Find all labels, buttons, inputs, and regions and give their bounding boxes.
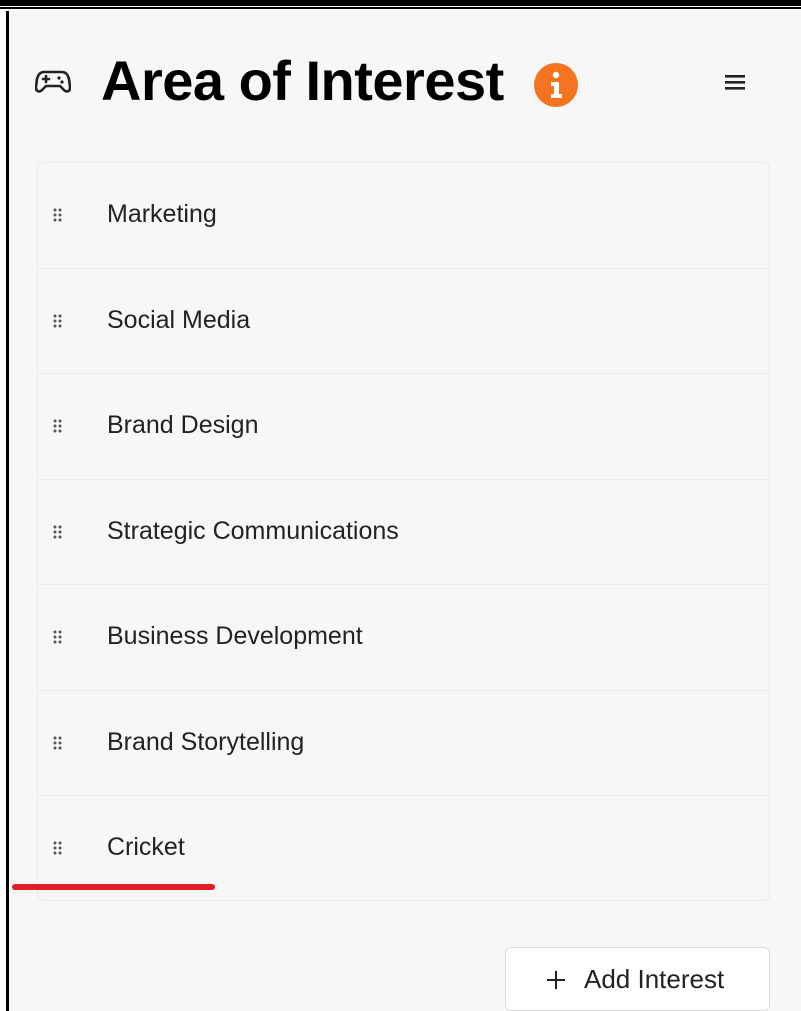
interest-item[interactable]: Brand Design xyxy=(38,374,769,480)
interest-item[interactable]: Brand Storytelling xyxy=(38,691,769,796)
plus-icon xyxy=(546,970,566,990)
drag-handle-icon[interactable] xyxy=(52,207,64,223)
highlight-underline xyxy=(12,884,215,890)
window-top-line xyxy=(0,7,801,9)
interest-label: Social Media xyxy=(107,305,251,334)
drag-handle-icon[interactable] xyxy=(52,629,64,645)
add-interest-button[interactable]: Add Interest xyxy=(505,947,770,1011)
drag-handle-icon[interactable] xyxy=(52,418,64,434)
info-icon[interactable] xyxy=(534,63,578,107)
drag-handle-icon[interactable] xyxy=(52,313,64,329)
area-of-interest-panel: Area of Interest Marketing Social Media … xyxy=(6,11,801,1011)
interest-label: Cricket xyxy=(107,833,185,861)
interest-item[interactable]: Social Media xyxy=(38,269,769,374)
interest-label: Brand Storytelling xyxy=(107,727,305,756)
add-interest-label: Add Interest xyxy=(584,964,725,994)
drag-handle-icon[interactable] xyxy=(52,735,64,751)
drag-handle-icon[interactable] xyxy=(52,524,64,540)
drag-handle-icon[interactable] xyxy=(52,840,64,856)
gamepad-icon xyxy=(34,69,72,95)
interest-list: Marketing Social Media Brand Design Stra… xyxy=(37,162,770,901)
interest-label: Brand Design xyxy=(107,411,259,439)
interest-item[interactable]: Marketing xyxy=(38,163,769,269)
page-title: Area of Interest xyxy=(101,49,504,112)
panel-header: Area of Interest xyxy=(9,51,801,111)
interest-item[interactable]: Strategic Communications xyxy=(38,480,769,585)
window-top-border xyxy=(0,0,801,6)
interest-label: Marketing xyxy=(107,200,217,228)
interest-item[interactable]: Business Development xyxy=(38,585,769,691)
interest-label: Strategic Communications xyxy=(107,516,399,545)
hamburger-menu-icon[interactable] xyxy=(721,71,749,93)
interest-label: Business Development xyxy=(107,622,363,650)
